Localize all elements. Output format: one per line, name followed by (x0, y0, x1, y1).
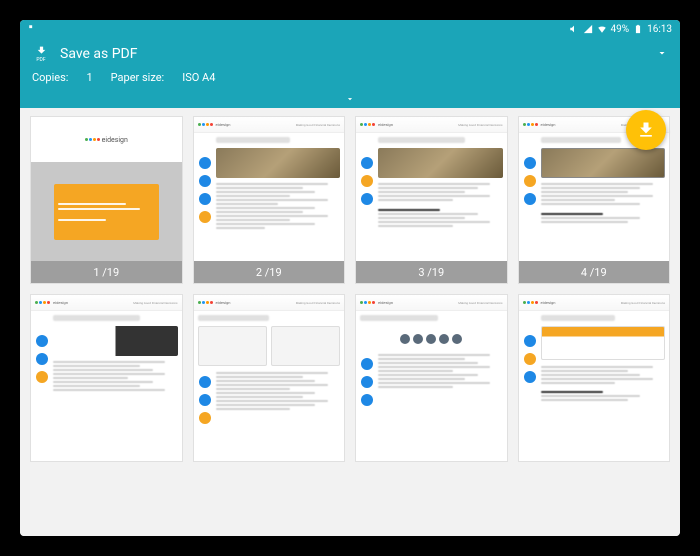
wifi-icon (597, 24, 607, 34)
slide-text (541, 315, 666, 457)
eidesign-logo-icon (360, 301, 375, 304)
save-pdf-fab[interactable] (626, 110, 666, 150)
eidesign-logo-icon (35, 301, 50, 304)
page-thumbnail-5[interactable]: eidesign Making Good Financial Decisions (30, 294, 183, 462)
cover-title-card (54, 184, 159, 240)
bullet-icons (360, 137, 374, 257)
page-thumbnail-7[interactable]: eidesign Making Good Financial Decisions (355, 294, 508, 462)
slide-header: eidesign Making Good Financial Decisions (194, 295, 345, 311)
brand-text: eidesign (102, 136, 128, 144)
pdf-download-icon (636, 120, 656, 140)
eidesign-logo-icon (85, 138, 100, 141)
slide-text (53, 315, 178, 457)
slide-text (216, 137, 341, 257)
signal-icon (583, 24, 593, 34)
step-circles (360, 326, 503, 352)
eidesign-logo-icon (198, 123, 213, 126)
eidesign-logo-icon (198, 301, 213, 304)
slide-header: eidesign Making Good Financial Decisions (356, 117, 507, 133)
page-thumbnail-2[interactable]: eidesign Making Good Financial Decisions (193, 116, 346, 284)
expand-options-toggle[interactable] (32, 94, 668, 108)
copies-label: Copies: (32, 71, 68, 84)
battery-icon (633, 24, 643, 34)
page-indicator: 1 /19 (31, 261, 182, 283)
page-thumbnail-1[interactable]: eidesign 1 /19 (30, 116, 183, 284)
page-thumbnail-grid: eidesign 1 /19 (30, 116, 670, 462)
chevron-down-icon (342, 94, 358, 104)
speaker-icon (569, 24, 579, 34)
slide-header: eidesign Making Good Financial Decisions (356, 295, 507, 311)
print-header: PDF Save as PDF Copies: 1 Paper size: IS… (20, 38, 680, 108)
slide-text (198, 315, 341, 457)
page-indicator: 4 /19 (519, 261, 670, 283)
destination-dropdown-icon[interactable] (656, 44, 668, 63)
page-thumbnail-3[interactable]: eidesign Making Good Financial Decisions (355, 116, 508, 284)
clock-text: 16:13 (647, 24, 672, 35)
bullet-icons (198, 137, 212, 257)
page-thumbnail-6[interactable]: eidesign Making Good Financial Decisions (193, 294, 346, 462)
slide-text (541, 137, 666, 257)
papersize-value[interactable]: ISO A4 (182, 71, 215, 84)
page-indicator: 2 /19 (194, 261, 345, 283)
battery-text: 49% (611, 24, 630, 35)
eidesign-logo-icon (523, 123, 538, 126)
destination-title[interactable]: Save as PDF (60, 46, 138, 62)
preview-area: eidesign 1 /19 (20, 108, 680, 536)
bullet-icons (523, 137, 537, 257)
slide-text (378, 137, 503, 257)
eidesign-logo-icon (523, 301, 538, 304)
slide-header: eidesign Making Good Financial Decisions (519, 295, 670, 311)
page-thumbnail-8[interactable]: eidesign Making Good Financial Decisions (518, 294, 671, 462)
eidesign-logo-icon (360, 123, 375, 126)
notification-icon (28, 24, 38, 34)
slide-text (360, 315, 503, 457)
copies-value[interactable]: 1 (86, 71, 92, 84)
device-frame: 49% 16:13 PDF Save as PDF Copies: 1 Pape… (20, 20, 680, 536)
status-bar: 49% 16:13 (20, 20, 680, 38)
slide-header: eidesign Making Good Financial Decisions (194, 117, 345, 133)
slide-header: eidesign Making Good Financial Decisions (31, 295, 182, 311)
bullet-icons (35, 315, 49, 457)
bullet-icons (523, 315, 537, 457)
papersize-label: Paper size: (111, 71, 165, 84)
page-indicator: 3 /19 (356, 261, 507, 283)
cover-content: eidesign (31, 117, 182, 261)
pdf-icon: PDF (32, 45, 50, 63)
